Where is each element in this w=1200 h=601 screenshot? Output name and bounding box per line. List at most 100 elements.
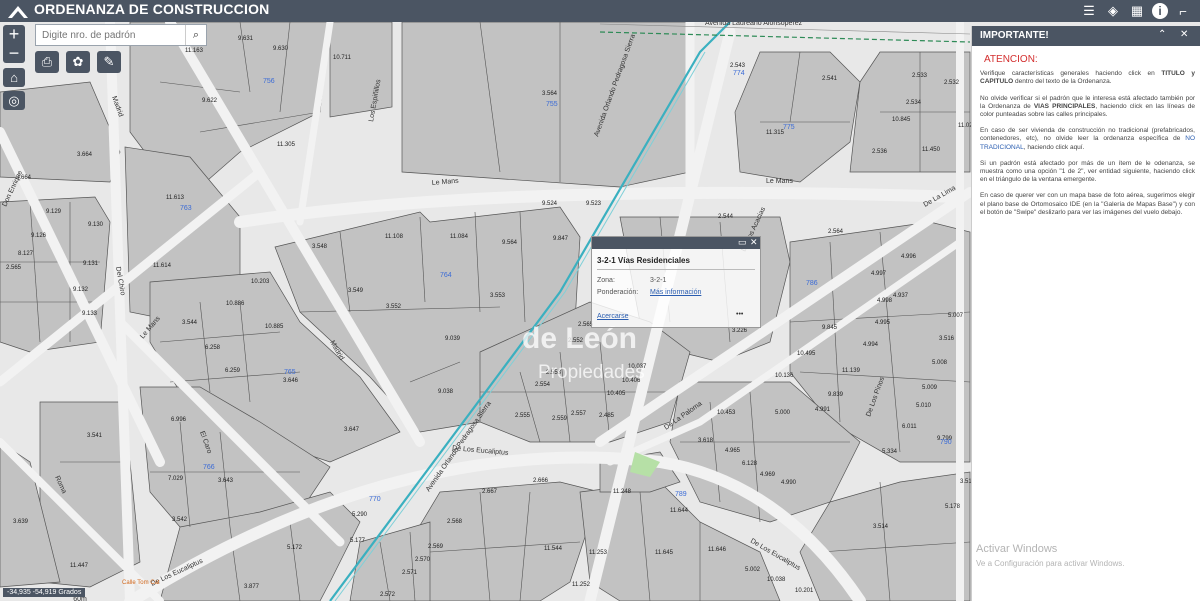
parcel-number[interactable]: 2.667 — [482, 489, 498, 495]
zone-label[interactable]: 786 — [806, 280, 818, 287]
parcel-number[interactable]: 10.885 — [265, 324, 284, 330]
zone-label[interactable]: 789 — [675, 491, 687, 498]
parcel-number[interactable]: 2.568 — [447, 519, 463, 525]
parcel-number[interactable]: 9.839 — [828, 392, 844, 398]
parcel-number[interactable]: 2.532 — [944, 80, 960, 86]
maximize-icon[interactable]: ▭ — [738, 237, 747, 248]
parcel-number[interactable]: 2.565 — [6, 265, 22, 271]
parcel-number[interactable]: 3.541 — [87, 433, 103, 439]
zoom-to-link[interactable]: Acercarse — [597, 313, 629, 320]
parcel-number[interactable]: 10.136 — [775, 373, 794, 379]
parcel-number[interactable]: 11.447 — [70, 563, 89, 569]
parcel-number[interactable]: 11.248 — [613, 489, 632, 495]
parcel-number[interactable]: 9.523 — [586, 201, 602, 207]
collapse-icon[interactable]: ⌃ — [1158, 29, 1166, 40]
parcel-number[interactable]: 3.647 — [344, 427, 360, 433]
parcel-number[interactable]: 5.290 — [352, 512, 368, 518]
zone-label[interactable]: 774 — [733, 70, 745, 77]
parcel-number[interactable]: 2.533 — [912, 73, 928, 79]
parcel-number[interactable]: 3.514 — [873, 524, 889, 530]
parcel-number[interactable]: 9.126 — [31, 233, 47, 239]
parcel-number[interactable]: 9.130 — [88, 222, 104, 228]
parcel-number[interactable]: 2.666 — [533, 478, 549, 484]
zone-label[interactable]: 770 — [369, 496, 381, 503]
parcel-number[interactable]: 5.177 — [350, 538, 366, 544]
search-button[interactable]: ⌕ — [185, 25, 206, 45]
parcel-number[interactable]: 10.845 — [892, 117, 911, 123]
zone-label[interactable]: 765 — [284, 369, 296, 376]
parcel-number[interactable]: 2.541 — [822, 76, 838, 82]
parcel-number[interactable]: 3.877 — [244, 584, 260, 590]
parcel-number[interactable]: 11.108 — [385, 234, 404, 240]
parcel-number[interactable]: 4.969 — [760, 472, 776, 478]
zone-label[interactable]: 763 — [180, 205, 192, 212]
locate-button[interactable]: ◎ — [3, 91, 25, 110]
parcel-number[interactable]: 5.000 — [775, 410, 791, 416]
parcel-number[interactable]: 3.618 — [698, 438, 714, 444]
parcel-number[interactable]: 4.994 — [863, 342, 879, 348]
parcel-number[interactable]: 10.201 — [795, 588, 814, 594]
zone-label[interactable]: 775 — [783, 124, 795, 131]
parcel-number[interactable]: 10.203 — [251, 279, 270, 285]
parcel-number[interactable]: 6.011 — [902, 424, 917, 430]
parcel-number[interactable]: 3.664 — [77, 152, 93, 158]
grid-icon[interactable]: ▦ — [1128, 2, 1146, 20]
parcel-number[interactable]: 5.010 — [916, 403, 932, 409]
parcel-number[interactable]: 5.008 — [932, 360, 948, 366]
parcel-number[interactable]: 2.557 — [571, 411, 587, 417]
parcel-number[interactable]: 9.847 — [553, 236, 569, 242]
parcel-number[interactable]: 3.552 — [386, 304, 402, 310]
zoom-in-button[interactable]: + — [3, 25, 25, 44]
zoom-out-button[interactable]: − — [3, 44, 25, 63]
parcel-number[interactable]: 2.544 — [718, 214, 734, 220]
parcel-number[interactable]: 3.516 — [939, 336, 955, 342]
corner-icon[interactable]: ⌐ — [1174, 2, 1192, 20]
parcel-number[interactable]: 11.646 — [708, 547, 727, 553]
parcel-number[interactable]: 9.132 — [73, 287, 89, 293]
parcel-number[interactable]: 11.305 — [277, 142, 296, 148]
parcel-number[interactable]: 5.172 — [287, 545, 303, 551]
parcel-number[interactable]: 9.630 — [273, 46, 289, 52]
parcel-number[interactable]: 5.334 — [882, 449, 898, 455]
parcel-number[interactable]: 9.622 — [202, 98, 218, 104]
parcel-number[interactable]: 3.226 — [732, 328, 748, 334]
parcel-number[interactable]: 2.571 — [402, 570, 418, 576]
parcel-number[interactable]: 11.544 — [544, 546, 563, 552]
parcel-number[interactable]: 10.711 — [333, 55, 352, 61]
parcel-number[interactable]: 9.133 — [82, 311, 98, 317]
parcel-number[interactable]: 2.569 — [428, 544, 444, 550]
parcel-number[interactable]: 4.997 — [871, 271, 887, 277]
parcel-number[interactable]: 3.544 — [182, 320, 198, 326]
parcel-number[interactable]: 11.253 — [589, 550, 608, 556]
parcel-number[interactable]: 11.084 — [450, 234, 469, 240]
parcel-number[interactable]: 4.965 — [725, 448, 741, 454]
parcel-number[interactable]: 2.536 — [872, 149, 888, 155]
parcel-number[interactable]: 9.631 — [238, 36, 254, 42]
parcel-number[interactable]: 6.128 — [742, 461, 758, 467]
parcel-number[interactable]: 3.542 — [172, 517, 188, 523]
parcel-number[interactable]: 3.564 — [542, 91, 558, 97]
parcel-number[interactable]: 9.524 — [542, 201, 558, 207]
parcel-number[interactable]: 11.450 — [922, 147, 941, 153]
zone-label[interactable]: 764 — [440, 272, 452, 279]
parcel-number[interactable]: 7.029 — [168, 476, 184, 482]
home-button[interactable]: ⌂ — [3, 68, 25, 87]
parcel-number[interactable]: 11.614 — [153, 263, 172, 269]
parcel-number[interactable]: 5.178 — [945, 504, 961, 510]
parcel-number[interactable]: 6.996 — [171, 417, 187, 423]
draw-button[interactable]: ✎ — [97, 51, 121, 73]
parcel-number[interactable]: 11.252 — [572, 582, 591, 588]
parcel-number[interactable]: 5.007 — [948, 313, 964, 319]
parcel-number[interactable]: 3.643 — [218, 478, 234, 484]
parcel-number[interactable]: 11.645 — [655, 550, 674, 556]
list-icon[interactable]: ☰ — [1080, 2, 1098, 20]
zone-label[interactable]: 756 — [263, 78, 275, 85]
parcel-number[interactable]: 2.559 — [552, 416, 568, 422]
parcel-number[interactable]: 5.002 — [745, 567, 761, 573]
zone-label[interactable]: 766 — [203, 464, 215, 471]
parcel-number[interactable]: 11.163 — [185, 48, 204, 54]
zone-label[interactable]: 790 — [940, 439, 952, 446]
parcel-number[interactable]: 10.886 — [226, 301, 245, 307]
parcel-number[interactable]: 11.644 — [670, 508, 689, 514]
close-panel-icon[interactable]: ✕ — [1180, 29, 1188, 40]
